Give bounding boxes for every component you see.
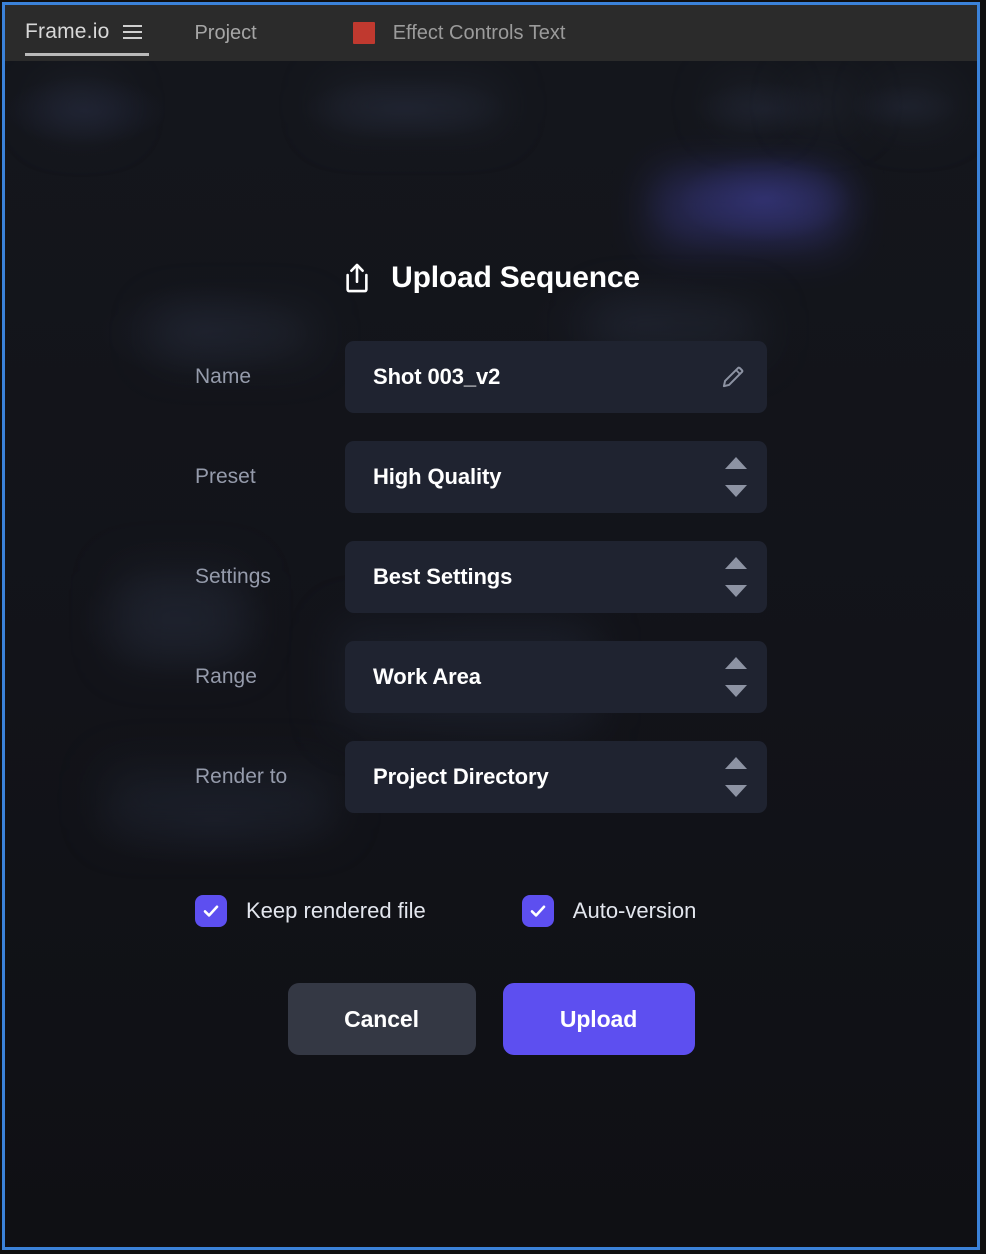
menu-item-project[interactable]: Project	[194, 22, 256, 45]
form-row-settings: Settings Best Settings	[195, 541, 767, 613]
label-range: Range	[195, 665, 257, 688]
settings-select[interactable]: Best Settings	[345, 541, 767, 613]
render-to-value: Project Directory	[373, 764, 549, 789]
arrow-down-icon[interactable]	[725, 685, 747, 697]
upload-button[interactable]: Upload	[502, 983, 695, 1055]
menu-bar: Frame.io Project Effect Controls Text	[5, 5, 977, 61]
arrow-down-icon[interactable]	[725, 785, 747, 797]
form-row-preset: Preset High Quality	[195, 441, 767, 513]
name-value: Shot 003_v2	[373, 364, 501, 389]
range-stepper-arrows-icon[interactable]	[725, 657, 747, 697]
form-row-range: Range Work Area	[195, 641, 767, 713]
settings-stepper-arrows-icon[interactable]	[725, 557, 747, 597]
label-preset: Preset	[195, 465, 256, 488]
brand-frame-io[interactable]: Frame.io	[25, 20, 149, 56]
checkbox-label-auto-version: Auto-version	[572, 898, 697, 923]
upload-icon	[346, 263, 368, 293]
upload-sequence-dialog: Upload Sequence Name Shot 003_v2 Preset …	[5, 61, 977, 1247]
cancel-button[interactable]: Cancel	[287, 983, 476, 1055]
form-row-render-to: Render to Project Directory	[195, 741, 767, 813]
settings-value: Best Settings	[373, 564, 513, 589]
name-input[interactable]: Shot 003_v2	[345, 341, 767, 413]
panel-tab-effect-controls[interactable]: Effect Controls Text	[352, 21, 566, 45]
label-render-to: Render to	[195, 765, 288, 788]
check-icon	[203, 905, 219, 917]
render-to-select[interactable]: Project Directory	[345, 741, 767, 813]
dialog-button-row: Cancel Upload	[5, 983, 977, 1055]
arrow-up-icon[interactable]	[725, 557, 747, 569]
checkbox-checked-icon[interactable]	[195, 895, 227, 927]
range-select[interactable]: Work Area	[345, 641, 767, 713]
render-to-stepper-arrows-icon[interactable]	[725, 757, 747, 797]
arrow-up-icon[interactable]	[725, 657, 747, 669]
panel-tab-label: Effect Controls Text	[392, 21, 566, 44]
checkbox-label-keep-rendered-file: Keep rendered file	[246, 898, 426, 923]
label-name: Name	[195, 365, 252, 388]
checkbox-checked-icon[interactable]	[521, 895, 554, 927]
preset-stepper-arrows-icon[interactable]	[725, 457, 747, 497]
preset-value: High Quality	[373, 464, 502, 489]
range-value: Work Area	[373, 664, 481, 689]
hamburger-icon[interactable]	[123, 25, 143, 39]
dialog-title: Upload Sequence	[391, 261, 640, 294]
label-settings: Settings	[195, 565, 271, 588]
brand-label: Frame.io	[25, 20, 110, 43]
checkbox-auto-version[interactable]: Auto-version	[521, 895, 697, 927]
arrow-up-icon[interactable]	[725, 757, 747, 769]
application-window: Frame.io Project Effect Controls Text Up…	[2, 2, 980, 1250]
preset-select[interactable]: High Quality	[345, 441, 767, 513]
arrow-up-icon[interactable]	[725, 457, 747, 469]
checkbox-row: Keep rendered file Auto-version	[195, 891, 815, 931]
color-swatch-icon	[352, 22, 375, 44]
dialog-title-row: Upload Sequence	[5, 261, 977, 295]
arrow-down-icon[interactable]	[725, 485, 747, 497]
form-row-name: Name Shot 003_v2	[195, 341, 767, 413]
check-icon	[530, 905, 546, 917]
pencil-icon[interactable]	[719, 363, 747, 391]
checkbox-keep-rendered-file[interactable]: Keep rendered file	[195, 895, 426, 927]
active-tab-underline	[25, 53, 149, 56]
arrow-down-icon[interactable]	[725, 585, 747, 597]
